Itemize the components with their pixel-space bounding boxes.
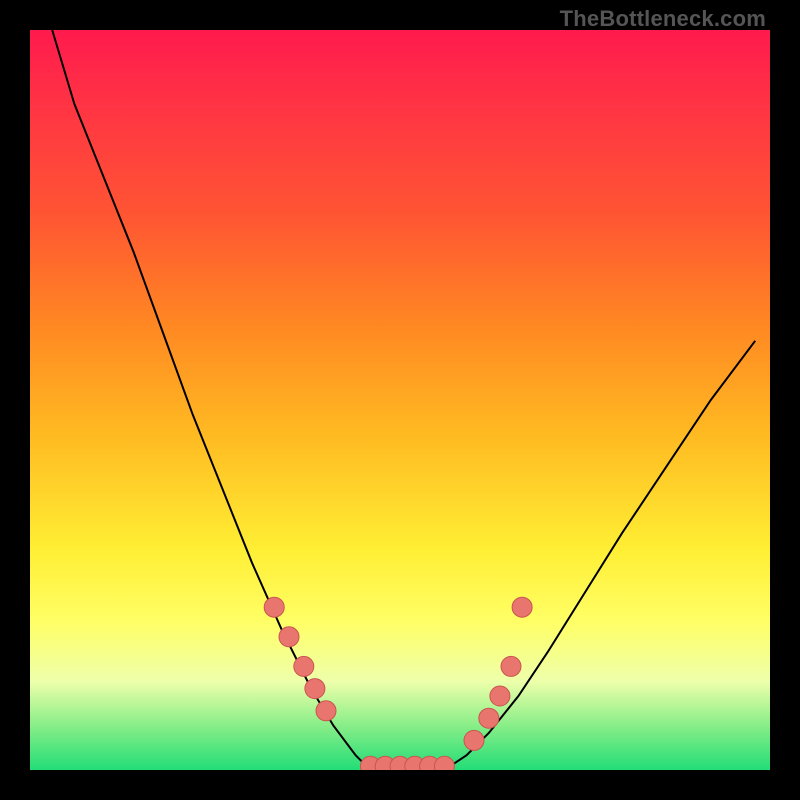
data-marker bbox=[464, 730, 484, 750]
data-marker bbox=[279, 627, 299, 647]
bottleneck-curve bbox=[52, 30, 755, 770]
data-marker bbox=[434, 756, 454, 770]
data-marker bbox=[264, 597, 284, 617]
chart-frame: TheBottleneck.com bbox=[0, 0, 800, 800]
data-marker bbox=[479, 708, 499, 728]
data-marker bbox=[501, 656, 521, 676]
bottleneck-curve-chart bbox=[30, 30, 770, 770]
data-marker bbox=[490, 686, 510, 706]
plot-area bbox=[30, 30, 770, 770]
data-marker bbox=[316, 701, 336, 721]
watermark-text: TheBottleneck.com bbox=[560, 6, 766, 32]
data-marker bbox=[305, 679, 325, 699]
data-marker bbox=[512, 597, 532, 617]
data-marker bbox=[294, 656, 314, 676]
